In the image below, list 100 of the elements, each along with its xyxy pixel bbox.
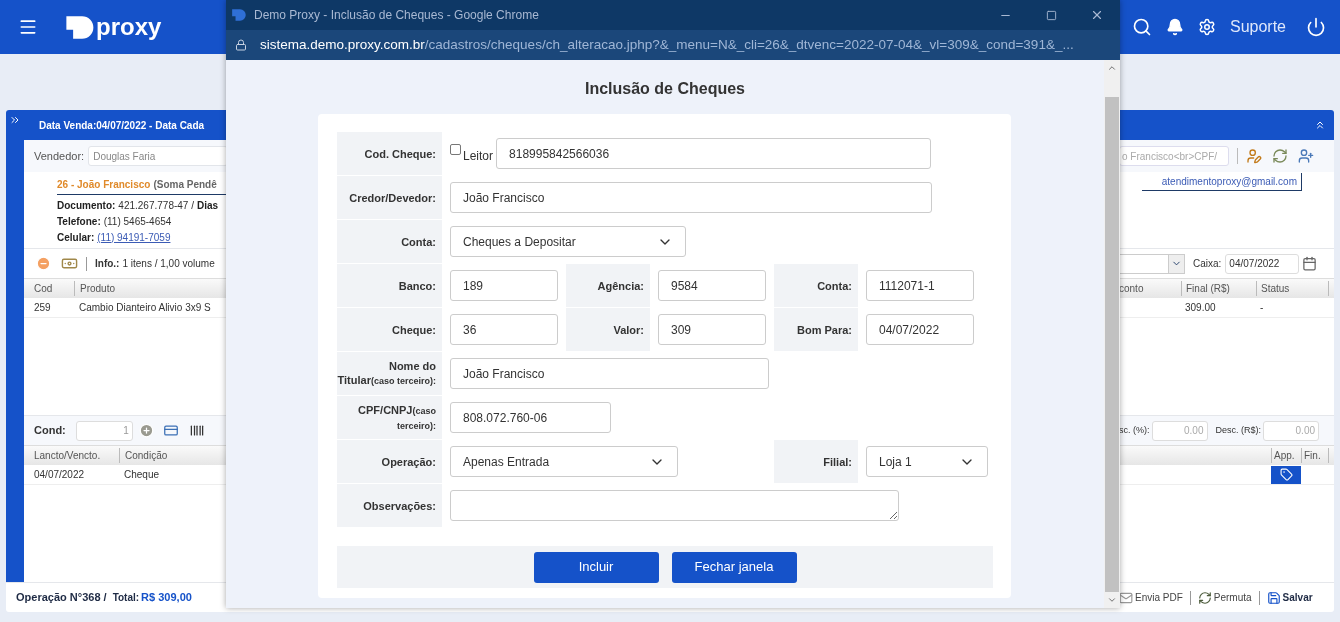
panel-title: Data Venda:04/07/2022 - Data Cada (39, 118, 205, 133)
total-label: Total: (112, 591, 140, 605)
text-field[interactable]: 818995842566036 (496, 138, 932, 169)
table-cell-text: Cambio Dianteiro Alivio 3x9 S (78, 301, 211, 315)
field-label: Cheque: (337, 308, 442, 351)
collapse-icon[interactable] (1314, 119, 1326, 131)
close-icon[interactable] (1090, 8, 1104, 22)
field-label: Operação: (337, 440, 442, 483)
discount-label: sc. (%): (1119, 423, 1150, 437)
info-value: 1 itens / 1,00 volume (122, 257, 215, 271)
table-cell-text: 259 (33, 301, 52, 315)
field-label: CPF/CNPJ(caso terceiro): (337, 396, 442, 439)
search-icon[interactable] (1131, 17, 1152, 37)
field-label: Bom Para: (774, 308, 858, 351)
client-email: atendimentoproxy@gmail.com (1142, 173, 1302, 191)
detail-label: Celular: (57, 230, 95, 245)
field-label: Valor: (566, 308, 650, 351)
field-label: Filial: (774, 440, 858, 483)
client-name: 26 - João Francisco (57, 178, 151, 192)
scroll-thumb[interactable] (1105, 97, 1119, 592)
cond-label: Cond: (34, 423, 66, 439)
column-header: Condição (119, 448, 168, 463)
table-cell-text: Cheque (123, 468, 160, 482)
action-button[interactable]: Envia PDF (1119, 590, 1183, 605)
field-label: Conta: (774, 264, 858, 307)
detail-value: (11) 5465-4654 (103, 214, 172, 229)
add-user-icon[interactable] (1298, 148, 1314, 164)
action-button[interactable]: Salvar (1266, 590, 1313, 605)
table-cell-text: 309.00 (1184, 301, 1217, 315)
reader-checkbox[interactable] (450, 144, 461, 155)
menu-icon[interactable] (18, 17, 38, 37)
column-header: Lancto/Vencto. (33, 449, 102, 463)
field-label: Credor/Devedor: (337, 176, 442, 219)
action-button[interactable]: Permuta (1197, 590, 1252, 605)
add-icon[interactable] (138, 423, 154, 438)
client-search-field[interactable]: o Francisco<br>CPF/ (1119, 146, 1229, 166)
info-label: Info.: (95, 257, 120, 271)
scroll-up-icon[interactable] (1107, 63, 1117, 73)
text-field[interactable]: João Francisco (450, 182, 932, 213)
window-title: Demo Proxy - Inclusão de Cheques - Google Chrome (254, 7, 539, 24)
text-field[interactable]: João Francisco (450, 358, 769, 389)
text-field[interactable]: 1112071-1 (866, 270, 974, 301)
scroll-down-icon[interactable] (1107, 595, 1117, 605)
swap-icon (1197, 590, 1212, 605)
settings-icon[interactable] (1197, 18, 1216, 36)
select-field[interactable]: Loja 1 (866, 446, 988, 477)
text-field[interactable]: 189 (450, 270, 558, 301)
edit-user-icon[interactable] (1246, 148, 1262, 164)
tag-icon (1279, 468, 1293, 481)
detail-value: 421.267.778-47 / (118, 198, 194, 213)
field-label: Agência: (566, 264, 650, 307)
form-button[interactable]: Fechar janela (671, 551, 797, 583)
notification-icon[interactable] (1165, 18, 1184, 36)
mail-icon (1119, 590, 1133, 605)
text-field[interactable]: 309 (658, 314, 766, 345)
form-heading: Inclusão de Cheques (583, 79, 746, 99)
operation-number: Operação N°368 / (16, 590, 107, 606)
column-header: Produto (74, 281, 116, 296)
field-label: Observações: (337, 484, 442, 527)
card-icon[interactable] (161, 423, 180, 438)
table-cell-text: - (1259, 301, 1265, 315)
field-label: Cod. Cheque: (337, 132, 442, 175)
text-field[interactable]: 9584 (658, 270, 766, 301)
column-header: Fin. (1301, 448, 1329, 463)
text-field[interactable]: 36 (450, 314, 558, 345)
column-header: Final (R$) (1181, 281, 1256, 296)
reader-label: Leitor (463, 148, 494, 165)
logo-icon (231, 8, 248, 22)
column-header: Status (1256, 281, 1329, 296)
text-field[interactable]: 04/07/2022 (866, 314, 974, 345)
field-label: Nome do Titular(caso terceiro): (337, 352, 442, 395)
notes-field[interactable] (450, 490, 899, 521)
calendar-icon[interactable] (1302, 256, 1318, 271)
form-button[interactable]: Incluir (533, 551, 659, 583)
discount-label: Desc. (R$): (1215, 423, 1261, 437)
refresh-icon[interactable] (1272, 148, 1288, 164)
url-text[interactable]: sistema.demo.proxy.com.br/cadastros/cheques/ch_alteracao.jphp?&_menu=N&_cli=26&_dtvenc=2022-07-04&_vl=309&_cond=391&_... (260, 34, 1074, 56)
app-cell[interactable] (1271, 465, 1301, 484)
column-header: Cod (33, 282, 54, 296)
phone-link[interactable]: (11) 94191-7059 (97, 229, 171, 245)
client-note: (Soma Pendê (153, 178, 217, 192)
maximize-icon[interactable] (1045, 9, 1057, 21)
text-field[interactable]: 808.072.760-06 (450, 402, 611, 433)
expand-icon[interactable] (9, 114, 21, 126)
caixa-date-field[interactable]: 04/07/2022 (1225, 253, 1300, 274)
brand-name: proxy (96, 15, 162, 39)
save-icon (1266, 590, 1281, 605)
select-field[interactable]: Cheques a Depositar (450, 226, 686, 257)
discount-field[interactable]: 0.00 (1151, 420, 1208, 441)
support-link[interactable]: Suporte (1229, 15, 1286, 39)
cond-field[interactable]: 1 (75, 420, 133, 441)
detail-label: Dias (196, 198, 219, 213)
lock-icon (235, 39, 247, 51)
power-icon[interactable] (1306, 17, 1326, 37)
field-label: Conta: (337, 220, 442, 263)
select-field[interactable]: Apenas Entrada (450, 446, 678, 477)
field-label: Banco: (337, 264, 442, 307)
column-header: conto (1119, 282, 1145, 296)
seller-label: Vendedor: (34, 148, 85, 164)
discount-field[interactable]: 0.00 (1263, 420, 1319, 441)
